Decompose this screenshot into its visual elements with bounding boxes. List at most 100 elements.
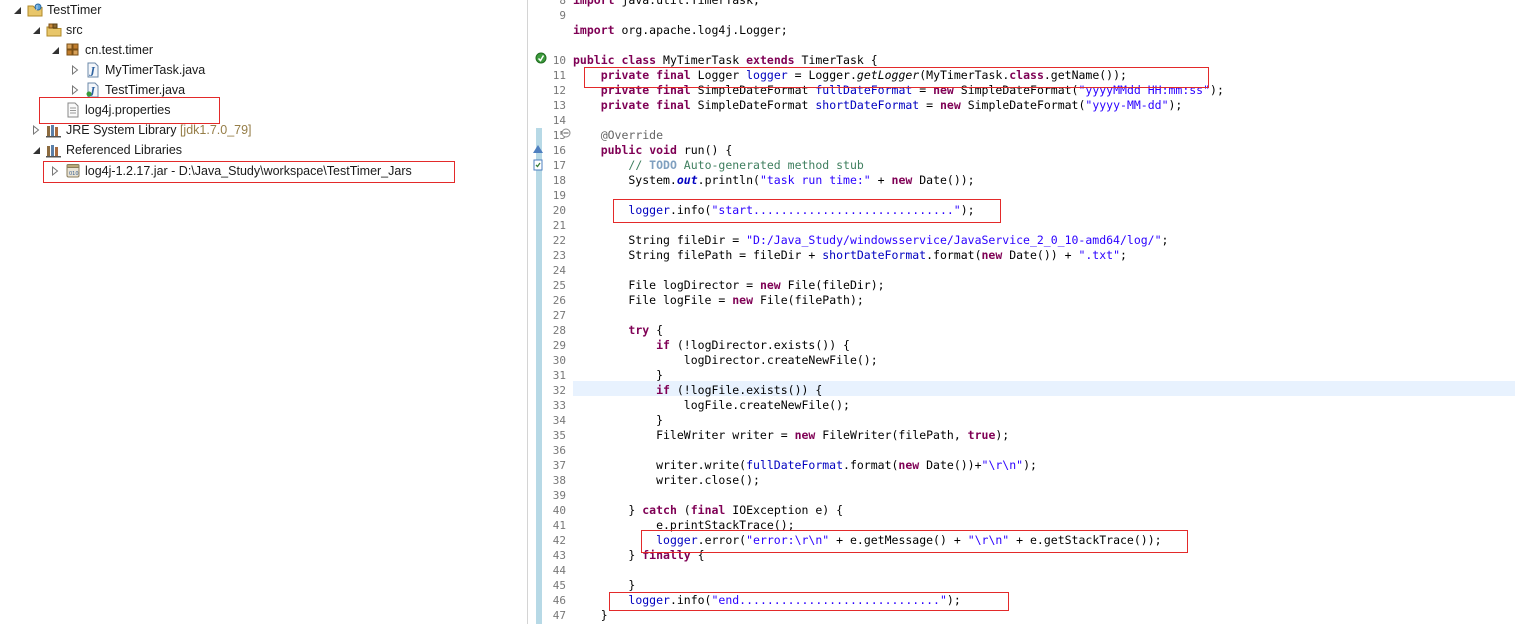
line-number: 25 bbox=[552, 279, 566, 292]
collapsed-arrow-icon[interactable] bbox=[29, 120, 43, 140]
properties-file-icon bbox=[65, 102, 81, 118]
tree-label: Referenced Libraries bbox=[66, 143, 183, 157]
code-line[interactable]: } catch (final IOException e) { bbox=[573, 503, 843, 518]
collapse-fold-icon[interactable] bbox=[561, 128, 571, 138]
line-number: 30 bbox=[552, 354, 566, 367]
tree-item-jre-library[interactable]: JRE System Library [jdk1.7.0_79] bbox=[29, 120, 252, 140]
line-number: 19 bbox=[552, 189, 566, 202]
override-triangle-icon[interactable] bbox=[532, 143, 544, 155]
code-line[interactable]: writer.write(fullDateFormat.format(new D… bbox=[573, 458, 1037, 473]
line-number bbox=[544, 23, 566, 38]
line-number: 44 bbox=[552, 564, 566, 577]
line-number: 47 bbox=[552, 609, 566, 622]
code-line[interactable]: String fileDir = "D:/Java_Study/windowss… bbox=[573, 233, 1168, 248]
line-number: 31 bbox=[552, 369, 566, 382]
expanded-arrow-icon[interactable] bbox=[29, 20, 43, 40]
tree-item-project[interactable]: J TestTimer bbox=[10, 0, 101, 20]
line-number: 36 bbox=[552, 444, 566, 457]
expanded-arrow-icon[interactable] bbox=[10, 0, 24, 20]
tree-label: src bbox=[66, 23, 83, 37]
override-marker-icon[interactable] bbox=[535, 52, 547, 64]
code-line[interactable]: private final Logger logger = Logger.get… bbox=[573, 68, 1127, 83]
tree-label: log4j.properties bbox=[85, 103, 171, 117]
code-line[interactable]: logFile.createNewFile(); bbox=[573, 398, 850, 413]
line-number: 24 bbox=[552, 264, 566, 277]
tree-item-file-testtimer[interactable]: J TestTimer.java bbox=[68, 80, 185, 100]
tree-item-src[interactable]: src bbox=[29, 20, 83, 40]
line-number: 18 bbox=[552, 174, 566, 187]
line-number: 20 bbox=[552, 204, 566, 217]
line-number: 46 bbox=[552, 594, 566, 607]
code-line[interactable]: logDirector.createNewFile(); bbox=[573, 353, 878, 368]
line-number: 32 bbox=[552, 384, 566, 397]
line-number: 17 bbox=[552, 159, 566, 172]
library-icon bbox=[46, 122, 62, 138]
code-line[interactable]: // TODO Auto-generated method stub bbox=[573, 158, 863, 173]
line-number: 11 bbox=[552, 69, 566, 82]
line-number: 37 bbox=[552, 459, 566, 472]
line-number: 41 bbox=[552, 519, 566, 532]
source-folder-icon bbox=[46, 22, 62, 38]
code-line[interactable]: if (!logFile.exists()) { bbox=[573, 383, 822, 398]
java-file-icon: J bbox=[85, 62, 101, 78]
line-number: 8 bbox=[559, 0, 566, 7]
line-number: 33 bbox=[552, 399, 566, 412]
java-file-icon: J bbox=[85, 82, 101, 98]
line-number bbox=[544, 38, 566, 53]
code-line[interactable]: import org.apache.log4j.Logger; bbox=[573, 23, 788, 38]
expanded-arrow-icon[interactable] bbox=[48, 40, 62, 60]
code-line[interactable]: FileWriter writer = new FileWriter(fileP… bbox=[573, 428, 1009, 443]
line-number: 9 bbox=[559, 9, 566, 22]
code-line[interactable]: @Override bbox=[573, 128, 663, 143]
code-line[interactable]: } finally { bbox=[573, 548, 704, 563]
svg-text:J: J bbox=[35, 5, 37, 11]
line-number: 38 bbox=[552, 474, 566, 487]
collapsed-arrow-icon[interactable] bbox=[48, 161, 62, 181]
code-line[interactable]: } bbox=[573, 608, 608, 623]
line-number: 34 bbox=[552, 414, 566, 427]
svg-text:J: J bbox=[89, 67, 96, 77]
code-line[interactable]: File logFile = new File(filePath); bbox=[573, 293, 863, 308]
svg-text:010: 010 bbox=[69, 171, 79, 177]
collapsed-arrow-icon[interactable] bbox=[68, 80, 82, 100]
task-marker-icon[interactable] bbox=[532, 159, 544, 171]
tree-item-properties-file[interactable]: log4j.properties bbox=[65, 100, 170, 120]
code-line[interactable]: } bbox=[573, 413, 663, 428]
tree-label: MyTimerTask.java bbox=[105, 63, 206, 77]
tree-item-jar[interactable]: 010 log4j-1.2.17.jar - D:\Java_Study\wor… bbox=[48, 161, 412, 181]
code-line[interactable]: public void run() { bbox=[573, 143, 733, 158]
code-line[interactable]: System.out.println("task run time:" + ne… bbox=[573, 173, 974, 188]
code-line[interactable]: logger.error("error:\r\n" + e.getMessage… bbox=[573, 533, 1161, 548]
tree-label: TestTimer bbox=[47, 3, 102, 17]
collapsed-arrow-icon[interactable] bbox=[68, 60, 82, 80]
line-number: 45 bbox=[552, 579, 566, 592]
line-number: 23 bbox=[552, 249, 566, 262]
code-line[interactable]: try { bbox=[573, 323, 663, 338]
code-line[interactable]: logger.info("end........................… bbox=[573, 593, 960, 608]
code-line[interactable]: public class MyTimerTask extends TimerTa… bbox=[573, 53, 878, 68]
package-explorer: J TestTimer src cn.test.timer J MyTimerT… bbox=[0, 0, 528, 624]
code-editor[interactable]: 8 9 10 11 12 13 14 15 16 17 18 19 20 21 22 23 24 25 26 27 28… bbox=[528, 0, 1515, 624]
tree-item-file-mytimertask[interactable]: J MyTimerTask.java bbox=[68, 60, 205, 80]
code-line[interactable]: import java.util.TimerTask; bbox=[573, 0, 760, 8]
code-line[interactable]: if (!logDirector.exists()) { bbox=[573, 338, 850, 353]
tree-label: cn.test.timer bbox=[85, 43, 154, 57]
tree-label: log4j-1.2.17.jar - D:\Java_Study\workspa… bbox=[85, 164, 412, 178]
code-line[interactable]: private final SimpleDateFormat fullDateF… bbox=[573, 83, 1224, 98]
code-line[interactable]: logger.info("start......................… bbox=[573, 203, 974, 218]
line-number: 14 bbox=[552, 114, 566, 127]
line-number: 42 bbox=[552, 534, 566, 547]
code-line[interactable]: File logDirector = new File(fileDir); bbox=[573, 278, 884, 293]
tree-item-referenced-libraries[interactable]: Referenced Libraries bbox=[29, 140, 182, 160]
code-line[interactable]: } bbox=[573, 368, 663, 383]
code-line[interactable]: writer.close(); bbox=[573, 473, 760, 488]
line-number-gutter: 8 9 10 11 12 13 14 15 16 17 18 19 20 21 22 23 24 25 26 27 28… bbox=[534, 0, 574, 624]
code-line[interactable]: private final SimpleDateFormat shortDate… bbox=[573, 98, 1183, 113]
code-line[interactable]: String filePath = fileDir + shortDateFor… bbox=[573, 248, 1127, 263]
tree-item-package[interactable]: cn.test.timer bbox=[48, 40, 153, 60]
code-line[interactable]: e.printStackTrace(); bbox=[573, 518, 794, 533]
line-number: 26 bbox=[552, 294, 566, 307]
code-line[interactable]: } bbox=[573, 578, 635, 593]
line-number: 35 bbox=[552, 429, 566, 442]
expanded-arrow-icon[interactable] bbox=[29, 140, 43, 160]
